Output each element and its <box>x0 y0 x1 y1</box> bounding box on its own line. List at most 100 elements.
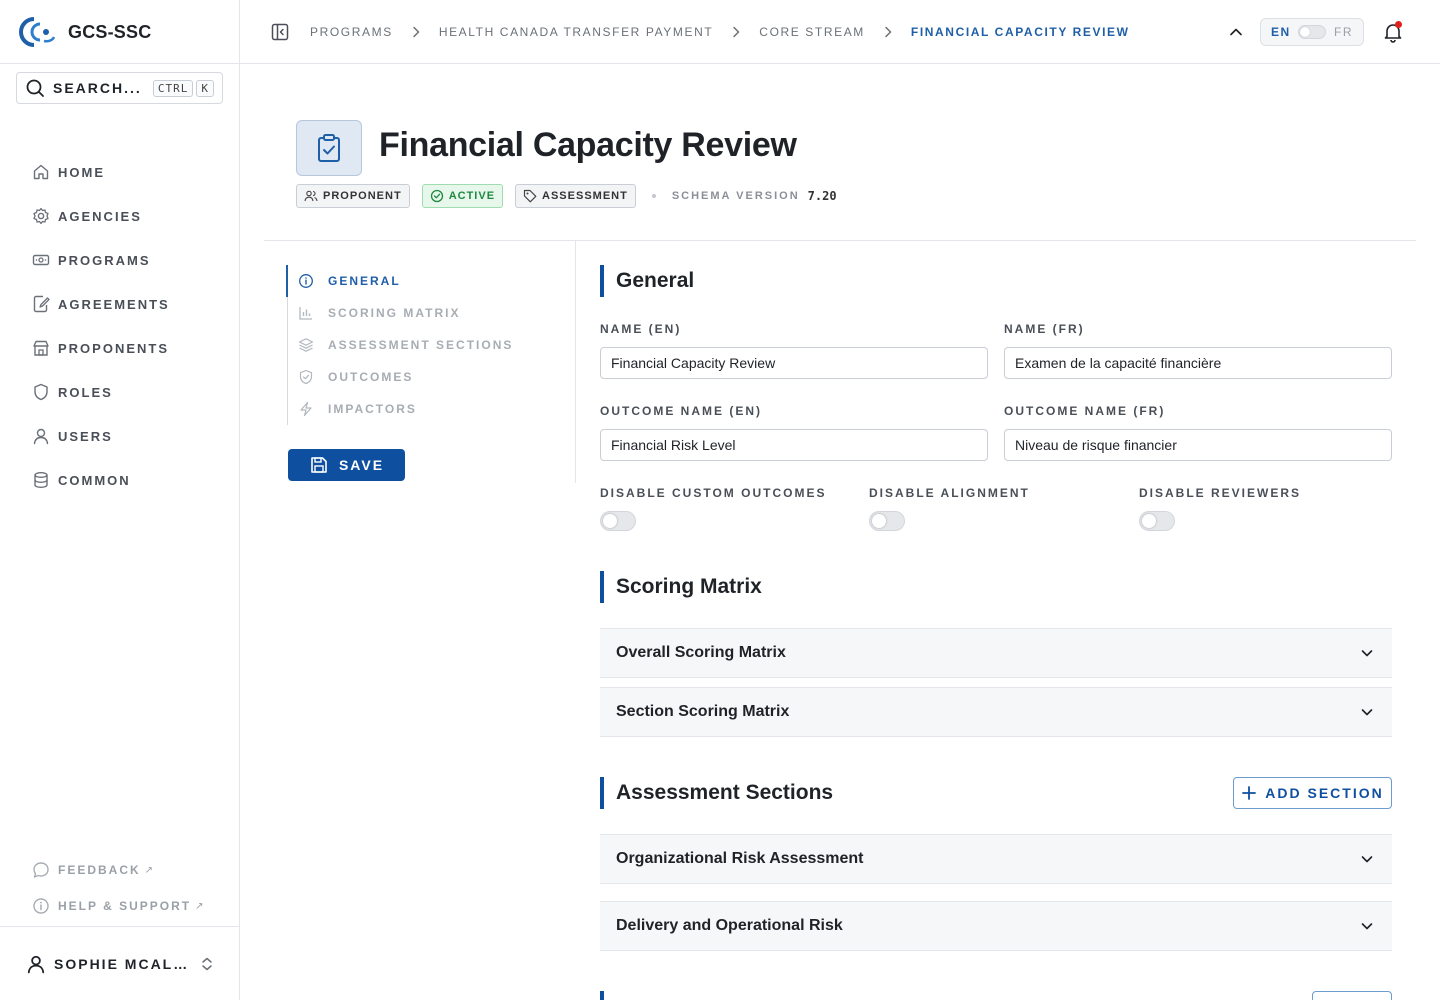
breadcrumb-programs[interactable]: PROGRAMS <box>310 25 393 39</box>
sidebar-item-roles[interactable]: ROLES <box>32 370 170 414</box>
chevron-right-icon <box>733 26 740 38</box>
sidebar-item-label: COMMON <box>58 472 131 488</box>
section-heading-general: General <box>600 265 694 297</box>
gear-icon <box>33 207 49 225</box>
topbar: PROGRAMS HEALTH CANADA TRANSFER PAYMENT … <box>240 0 1440 64</box>
outcome-name-fr-label: OUTCOME NAME (FR) <box>1004 404 1166 418</box>
sidebar-nav: HOME AGENCIES PROGRAMS AGREEMENTS PROPON… <box>32 150 170 502</box>
chevron-up-icon[interactable] <box>1226 22 1246 42</box>
building-icon <box>33 340 49 356</box>
home-icon <box>33 164 49 180</box>
badge-label: ACTIVE <box>448 190 496 202</box>
breadcrumb-transfer-payment[interactable]: HEALTH CANADA TRANSFER PAYMENT <box>439 25 713 39</box>
check-circle-icon <box>430 189 443 203</box>
name-fr-label: NAME (FR) <box>1004 322 1085 336</box>
add-section-button[interactable]: ADD SECTION <box>1233 777 1392 809</box>
disable-alignment-toggle[interactable] <box>869 511 905 531</box>
brand[interactable]: GCS-SSC <box>16 14 151 50</box>
schema-version-value: 7.20 <box>807 189 837 203</box>
section-heading-scoring-matrix: Scoring Matrix <box>600 571 762 603</box>
accordion-title: Overall Scoring Matrix <box>616 644 786 661</box>
search-icon <box>26 79 44 97</box>
section-nav-label: OUTCOMES <box>328 370 414 384</box>
disable-custom-outcomes-label: DISABLE CUSTOM OUTCOMES <box>600 486 827 500</box>
section-nav-scoring-matrix[interactable]: SCORING MATRIX <box>288 297 513 329</box>
accordion-delivery-operational-risk[interactable]: Delivery and Operational Risk <box>600 901 1392 951</box>
section-heading-assessment-sections: Assessment Sections <box>600 777 833 809</box>
help-support-link[interactable]: HELP & SUPPORT ↗ <box>32 888 204 924</box>
name-en-label: NAME (EN) <box>600 322 682 336</box>
chevron-down-icon <box>1361 923 1373 930</box>
breadcrumb-core-stream[interactable]: CORE STREAM <box>759 25 865 39</box>
divider <box>0 926 240 927</box>
sidebar-item-agreements[interactable]: AGREEMENTS <box>32 282 170 326</box>
info-icon <box>299 274 313 288</box>
kbd-k: K <box>196 79 214 97</box>
badge-active: ACTIVE <box>421 184 504 208</box>
outcome-name-en-input[interactable] <box>600 429 988 461</box>
accordion-title: Section Scoring Matrix <box>616 703 790 720</box>
language-en: EN <box>1271 25 1291 39</box>
section-nav-general[interactable]: GENERAL <box>285 265 513 297</box>
outcome-name-en-label: OUTCOME NAME (EN) <box>600 404 762 418</box>
lightning-icon <box>300 401 312 417</box>
section-nav-label: SCORING MATRIX <box>328 306 461 320</box>
chat-icon <box>33 862 49 878</box>
feedback-link[interactable]: FEEDBACK ↗ <box>32 852 204 888</box>
next-section-heading-bar <box>600 991 604 1000</box>
language-switch <box>1298 25 1327 39</box>
accordion-title: Organizational Risk Assessment <box>616 850 864 867</box>
sidebar-item-common[interactable]: COMMON <box>32 458 170 502</box>
badge-label: ASSESSMENT <box>542 190 628 202</box>
info-icon <box>33 898 49 914</box>
layers-icon <box>298 338 314 352</box>
sidebar-toggle-icon[interactable] <box>270 22 290 42</box>
disable-reviewers-toggle[interactable] <box>1139 511 1175 531</box>
chevron-up-down-icon <box>202 957 212 971</box>
section-nav-outcomes[interactable]: OUTCOMES <box>288 361 513 393</box>
chevron-down-icon <box>1361 709 1373 716</box>
accordion-overall-scoring-matrix[interactable]: Overall Scoring Matrix <box>600 628 1392 678</box>
feedback-label: FEEDBACK <box>58 863 141 877</box>
save-icon <box>311 457 327 473</box>
sidebar: GCS-SSC SEARCH... CTRL K HOME AGENCIES P… <box>0 0 240 1000</box>
user-icon <box>33 428 49 445</box>
page-title: Financial Capacity Review <box>379 126 797 164</box>
user-icon <box>27 955 45 974</box>
sidebar-item-agencies[interactable]: AGENCIES <box>32 194 170 238</box>
name-fr-input[interactable] <box>1004 347 1392 379</box>
search-button[interactable]: SEARCH... CTRL K <box>16 72 223 104</box>
accordion-title: Delivery and Operational Risk <box>616 917 843 934</box>
sidebar-item-label: USERS <box>58 428 113 444</box>
accordion-organizational-risk[interactable]: Organizational Risk Assessment <box>600 834 1392 884</box>
section-nav-impactors[interactable]: IMPACTORS <box>288 393 513 425</box>
next-section-button[interactable] <box>1312 991 1392 1000</box>
separator-dot <box>651 194 656 198</box>
name-en-input[interactable] <box>600 347 988 379</box>
sidebar-item-users[interactable]: USERS <box>32 414 170 458</box>
sidebar-item-home[interactable]: HOME <box>32 150 170 194</box>
chevron-down-icon <box>1361 650 1373 657</box>
section-nav-assessment-sections[interactable]: ASSESSMENT SECTIONS <box>288 329 513 361</box>
chevron-down-icon <box>1361 856 1373 863</box>
money-icon <box>32 254 50 266</box>
user-name: SOPHIE MCALLISTER <box>54 956 190 972</box>
disable-alignment-label: DISABLE ALIGNMENT <box>869 486 1030 500</box>
sidebar-item-programs[interactable]: PROGRAMS <box>32 238 170 282</box>
sidebar-item-proponents[interactable]: PROPONENTS <box>32 326 170 370</box>
outcome-name-fr-input[interactable] <box>1004 429 1392 461</box>
disable-custom-outcomes-toggle[interactable] <box>600 511 636 531</box>
save-button[interactable]: SAVE <box>288 449 405 481</box>
disable-reviewers-label: DISABLE REVIEWERS <box>1139 486 1302 500</box>
badge-assessment: ASSESSMENT <box>515 184 636 208</box>
sidebar-item-label: ROLES <box>58 384 113 400</box>
language-fr: FR <box>1333 25 1353 39</box>
language-toggle[interactable]: EN FR <box>1260 18 1364 46</box>
chevron-right-icon <box>885 26 892 38</box>
database-icon <box>34 472 48 489</box>
accordion-section-scoring-matrix[interactable]: Section Scoring Matrix <box>600 687 1392 737</box>
user-menu[interactable]: SOPHIE MCALLISTER <box>26 946 216 982</box>
save-label: SAVE <box>338 457 385 473</box>
section-nav-label: ASSESSMENT SECTIONS <box>328 338 514 352</box>
external-link-icon: ↗ <box>195 900 204 912</box>
